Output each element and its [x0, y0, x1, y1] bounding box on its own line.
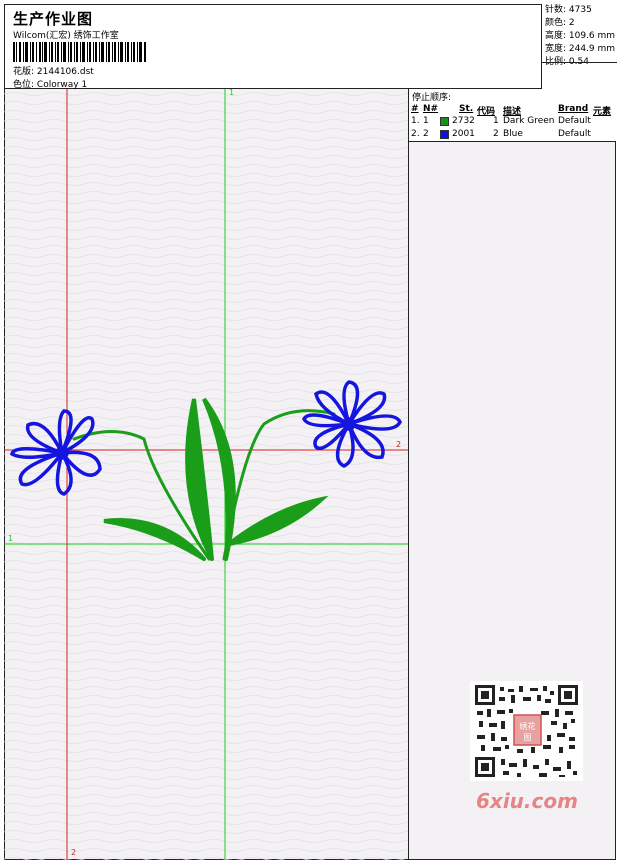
stop-row[interactable]: 1. 1 2732 1 Dark Green Default — [409, 116, 616, 129]
design-line: 花版: 2144106.dst — [13, 64, 94, 77]
row-brand: Default — [558, 129, 591, 139]
green-h-guide-label: 1 — [8, 534, 14, 543]
row-code: 2 — [493, 129, 499, 139]
row-desc: Blue — [503, 129, 523, 139]
design-value: 2144106.dst — [36, 67, 94, 77]
col-st: St. — [459, 104, 474, 114]
stop-sequence-header: # N# St. 代码 描述 Brand 元素 — [409, 104, 616, 117]
stat-colors: 颜色: 2 — [545, 18, 575, 28]
embroidery-preview — [4, 89, 408, 860]
studio-name: Wilcom(汇宏) 绣饰工作室 — [13, 31, 119, 41]
sheet-header: 生产作业图 Wilcom(汇宏) 绣饰工作室 花版: 2144106.dst 色… — [4, 4, 616, 90]
qr-code: 绣花 图 — [470, 681, 583, 781]
col-index: # — [411, 104, 419, 114]
qr-code-graphic: 绣花 图 — [475, 685, 578, 777]
svg-text:图: 图 — [524, 733, 532, 742]
stat-height: 高度: 109.6 mm — [545, 31, 616, 41]
stat-stitches: 针数: 4735 — [545, 5, 592, 15]
stop-row[interactable]: 2. 2 2001 2 Blue Default — [409, 129, 616, 142]
row-index: 2. — [411, 129, 420, 139]
row-n: 1 — [423, 116, 429, 126]
color-swatch — [440, 130, 449, 139]
stat-width: 宽度: 244.9 mm — [545, 44, 616, 54]
stats-divider — [542, 62, 617, 63]
site-watermark: 6xiu.com — [476, 789, 578, 813]
row-brand: Default — [558, 116, 591, 126]
col-n: N# — [423, 104, 439, 114]
col-brand: Brand — [558, 104, 589, 114]
red-v-guide-label: 2 — [71, 848, 77, 857]
green-v-guide-label: 1 — [229, 89, 235, 97]
svg-text:绣花: 绣花 — [520, 721, 536, 731]
red-h-guide-label: 2 — [396, 440, 402, 449]
design-canvas[interactable]: 1 1 2 2 — [4, 89, 409, 860]
row-index: 1. — [411, 116, 420, 126]
row-desc: Dark Green — [503, 116, 555, 126]
row-st: 2001 — [452, 129, 475, 139]
stop-sequence-title: 停止顺序: — [412, 93, 452, 103]
design-label: 花版: — [13, 67, 35, 77]
fabric-texture — [4, 89, 408, 860]
stats-box: 针数: 4735 颜色: 2 高度: 109.6 mm 宽度: 244.9 mm… — [541, 4, 617, 89]
color-swatch — [440, 117, 449, 126]
stop-sequence-panel: 停止顺序: # N# St. 代码 描述 Brand 元素 1. 1 2732 … — [409, 89, 616, 142]
barcode — [13, 42, 146, 62]
row-st: 2732 — [452, 116, 475, 126]
row-n: 2 — [423, 129, 429, 139]
row-code: 1 — [493, 116, 499, 126]
sheet-title: 生产作业图 — [13, 10, 94, 28]
